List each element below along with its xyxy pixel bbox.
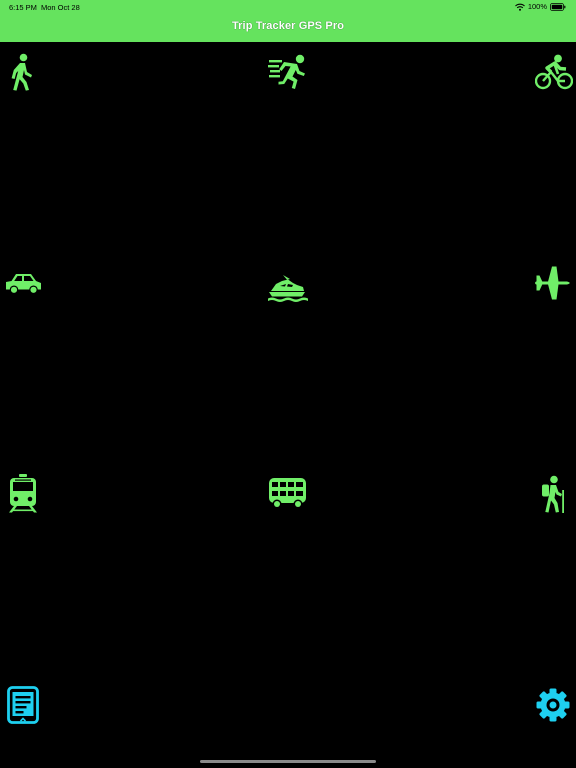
airplane-icon[interactable] — [535, 266, 573, 300]
header-bar: 6:15 PM Mon Oct 28 100% Trip Tracker GPS… — [0, 0, 576, 42]
settings-gear-icon[interactable] — [536, 688, 570, 722]
battery-percent: 100% — [527, 2, 547, 11]
home-indicator[interactable] — [200, 760, 376, 763]
walking-icon[interactable] — [9, 53, 35, 91]
hiking-icon[interactable] — [539, 475, 567, 513]
status-bar: 6:15 PM Mon Oct 28 100% — [0, 0, 576, 14]
car-icon[interactable] — [5, 271, 42, 295]
app-screen: 6:15 PM Mon Oct 28 100% Trip Tracker GPS… — [0, 0, 576, 768]
bus-icon[interactable] — [268, 477, 308, 509]
battery-icon — [550, 2, 566, 11]
status-date: Mon Oct 28 — [41, 3, 80, 12]
status-right: 100% — [514, 2, 566, 11]
running-icon[interactable] — [268, 54, 308, 90]
status-time: 6:15 PM — [9, 3, 37, 12]
wifi-icon — [514, 3, 525, 11]
bicycle-icon[interactable] — [535, 54, 573, 90]
trip-log-icon[interactable] — [7, 686, 39, 724]
page-title: Trip Tracker GPS Pro — [231, 20, 345, 32]
train-icon[interactable] — [8, 474, 38, 513]
boat-icon[interactable] — [268, 274, 308, 302]
